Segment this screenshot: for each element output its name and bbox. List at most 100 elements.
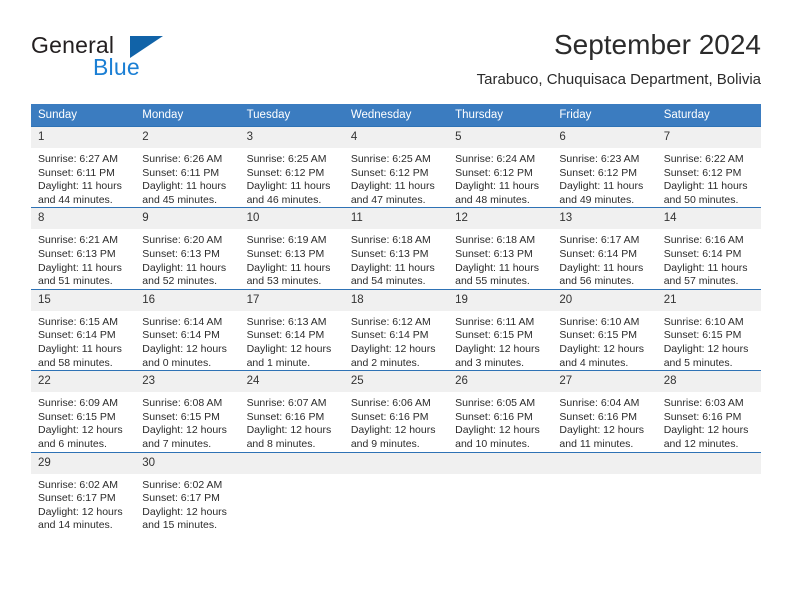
- sunset-time: Sunset: 6:13 PM: [350, 247, 429, 260]
- sunrise-time: Sunrise: 6:08 AM: [142, 397, 223, 410]
- daylight-duration-line2: and 2 minutes.: [350, 356, 420, 369]
- sunrise-time: Sunrise: 6:26 AM: [142, 153, 223, 165]
- calendar-day-cell[interactable]: 14 Sunrise: 6:16 AM Sunset: 6:14 PM Dayligh…: [656, 207, 761, 290]
- sunrise-time: Sunrise: 6:12 AM: [350, 315, 431, 328]
- day-number: 26: [448, 371, 553, 393]
- daylight-duration-line2: and 3 minutes.: [455, 356, 525, 369]
- calendar-day-cell[interactable]: 5 Sunrise: 6:24 AM Sunset: 6:12 PM Daylight…: [448, 125, 553, 208]
- sunset-time: Sunset: 6:13 PM: [38, 247, 116, 260]
- sunrise-time: Sunrise: 6:10 AM: [559, 315, 640, 328]
- sunset-time: Sunset: 6:15 PM: [559, 329, 638, 342]
- day-number: 23: [135, 371, 240, 393]
- calendar-day-cell[interactable]: 29 Sunrise: 6:02 AM Sunset: 6:17 PM Dayligh…: [31, 451, 136, 533]
- calendar-body: 1 Sunrise: 6:27 AM Sunset: 6:11 PM Daylight…: [31, 125, 761, 533]
- daylight-duration-line1: Daylight: 11 hours: [38, 261, 122, 274]
- day-number: 6: [552, 127, 657, 148]
- calendar-day-cell[interactable]: 15 Sunrise: 6:15 AM Sunset: 6:14 PM Dayligh…: [31, 288, 136, 371]
- daylight-duration-line2: and 45 minutes.: [142, 193, 217, 206]
- daylight-duration-line2: and 4 minutes.: [559, 356, 629, 369]
- day-sun-info: Sunrise: 6:02 AM Sunset: 6:17 PM Daylight:…: [135, 474, 239, 533]
- calendar-day-cell[interactable]: 9 Sunrise: 6:20 AM Sunset: 6:13 PM Daylight…: [135, 207, 240, 290]
- calendar-day-cell[interactable]: 11 Sunrise: 6:18 AM Sunset: 6:13 PM Dayligh…: [343, 207, 449, 290]
- sunset-time: Sunset: 6:12 PM: [455, 166, 533, 179]
- calendar-day-cell[interactable]: 25 Sunrise: 6:06 AM Sunset: 6:16 PM Dayligh…: [343, 370, 449, 452]
- calendar-day-cell[interactable]: 18 Sunrise: 6:12 AM Sunset: 6:14 PM Dayligh…: [343, 288, 449, 371]
- calendar-day-cell[interactable]: 20 Sunrise: 6:10 AM Sunset: 6:15 PM Dayligh…: [552, 288, 657, 371]
- page-header: General Blue September 2024 Tarabuco, Ch…: [0, 0, 792, 100]
- day-number: 9: [135, 208, 240, 230]
- sunrise-time: Sunrise: 6:14 AM: [142, 315, 223, 328]
- calendar-day-cell[interactable]: 17 Sunrise: 6:13 AM Sunset: 6:14 PM Dayligh…: [239, 288, 344, 371]
- day-number: 5: [448, 127, 553, 148]
- day-sun-info: Sunrise: 6:23 AM Sunset: 6:12 PM Daylight:…: [552, 148, 656, 207]
- calendar-day-cell[interactable]: 3 Sunrise: 6:25 AM Sunset: 6:12 PM Daylight…: [239, 125, 344, 208]
- sunrise-time: Sunrise: 6:17 AM: [559, 234, 640, 247]
- sunset-time: Sunset: 6:14 PM: [559, 247, 638, 260]
- calendar-day-cell[interactable]: 2 Sunrise: 6:26 AM Sunset: 6:11 PM Daylight…: [135, 125, 240, 208]
- calendar-day-cell[interactable]: 7 Sunrise: 6:22 AM Sunset: 6:12 PM Daylight…: [656, 125, 761, 208]
- calendar-header-row: Sunday Monday Tuesday Wednesday Thursday…: [31, 104, 761, 127]
- sunrise-time: Sunrise: 6:21 AM: [38, 234, 118, 247]
- weekday-header-saturday: Saturday: [656, 104, 761, 127]
- day-sun-info: Sunrise: 6:10 AM Sunset: 6:15 PM Daylight:…: [657, 311, 761, 370]
- sunrise-time: Sunrise: 6:02 AM: [38, 478, 118, 491]
- calendar-day-cell[interactable]: 22 Sunrise: 6:09 AM Sunset: 6:15 PM Dayligh…: [31, 370, 136, 452]
- calendar-day-cell-empty: [239, 451, 344, 533]
- sunrise-time: Sunrise: 6:15 AM: [38, 315, 118, 328]
- day-sun-info: Sunrise: 6:26 AM Sunset: 6:11 PM Daylight:…: [135, 148, 239, 207]
- day-sun-info: Sunrise: 6:22 AM Sunset: 6:12 PM Daylight:…: [657, 148, 761, 207]
- day-sun-info: Sunrise: 6:19 AM Sunset: 6:13 PM Daylight:…: [240, 229, 344, 288]
- day-sun-info: Sunrise: 6:27 AM Sunset: 6:11 PM Daylight:…: [31, 148, 135, 207]
- sunset-time: Sunset: 6:15 PM: [142, 410, 220, 423]
- sunset-time: Sunset: 6:16 PM: [559, 410, 638, 423]
- calendar-day-cell[interactable]: 23 Sunrise: 6:08 AM Sunset: 6:15 PM Dayligh…: [135, 370, 240, 452]
- day-number: 21: [656, 289, 761, 311]
- daylight-duration-line1: Daylight: 11 hours: [246, 261, 331, 274]
- day-sun-info: Sunrise: 6:14 AM Sunset: 6:14 PM Daylight:…: [135, 311, 239, 370]
- calendar-day-cell-empty: [448, 451, 553, 533]
- sunrise-time: Sunrise: 6:09 AM: [38, 397, 118, 410]
- calendar-day-cell[interactable]: 28 Sunrise: 6:03 AM Sunset: 6:16 PM Dayligh…: [656, 370, 761, 452]
- daylight-duration-line2: and 46 minutes.: [246, 193, 322, 206]
- daylight-duration-line2: and 44 minutes.: [38, 193, 113, 206]
- sunset-time: Sunset: 6:16 PM: [350, 410, 429, 423]
- sunrise-time: Sunrise: 6:27 AM: [38, 153, 118, 165]
- day-sun-info: Sunrise: 6:02 AM Sunset: 6:17 PM Daylight:…: [31, 474, 135, 533]
- daylight-duration-line2: and 7 minutes.: [142, 437, 212, 450]
- daylight-duration-line1: Daylight: 12 hours: [142, 342, 227, 355]
- calendar-day-cell[interactable]: 13 Sunrise: 6:17 AM Sunset: 6:14 PM Dayligh…: [552, 207, 657, 290]
- day-sun-info: Sunrise: 6:13 AM Sunset: 6:14 PM Daylight:…: [240, 311, 344, 370]
- day-sun-info: Sunrise: 6:21 AM Sunset: 6:13 PM Daylight:…: [31, 229, 135, 288]
- calendar-day-cell[interactable]: 24 Sunrise: 6:07 AM Sunset: 6:16 PM Dayligh…: [239, 370, 344, 452]
- sunset-time: Sunset: 6:14 PM: [142, 329, 220, 342]
- daylight-duration-line2: and 6 minutes.: [38, 437, 107, 450]
- daylight-duration-line2: and 51 minutes.: [38, 275, 113, 288]
- calendar-day-cell[interactable]: 19 Sunrise: 6:11 AM Sunset: 6:15 PM Dayligh…: [448, 288, 553, 371]
- sunrise-time: Sunrise: 6:25 AM: [350, 153, 431, 165]
- daylight-duration-line1: Daylight: 11 hours: [350, 180, 435, 193]
- calendar-day-cell[interactable]: 8 Sunrise: 6:21 AM Sunset: 6:13 PM Daylight…: [31, 207, 136, 290]
- calendar-day-cell[interactable]: 30 Sunrise: 6:02 AM Sunset: 6:17 PM Dayligh…: [135, 451, 240, 533]
- calendar-day-cell[interactable]: 1 Sunrise: 6:27 AM Sunset: 6:11 PM Daylight…: [31, 125, 136, 208]
- sunset-time: Sunset: 6:17 PM: [142, 492, 220, 505]
- calendar-day-cell[interactable]: 4 Sunrise: 6:25 AM Sunset: 6:12 PM Daylight…: [343, 125, 449, 208]
- daylight-duration-line2: and 55 minutes.: [455, 275, 530, 288]
- day-number: 11: [343, 208, 449, 230]
- calendar-day-cell[interactable]: 12 Sunrise: 6:18 AM Sunset: 6:13 PM Dayligh…: [448, 207, 553, 290]
- calendar-day-cell[interactable]: 27 Sunrise: 6:04 AM Sunset: 6:16 PM Dayligh…: [552, 370, 657, 452]
- calendar-day-cell[interactable]: 21 Sunrise: 6:10 AM Sunset: 6:15 PM Dayligh…: [656, 288, 761, 371]
- day-number: 28: [656, 371, 761, 393]
- calendar-day-cell[interactable]: 26 Sunrise: 6:05 AM Sunset: 6:16 PM Dayligh…: [448, 370, 553, 452]
- day-sun-info: Sunrise: 6:10 AM Sunset: 6:15 PM Daylight:…: [552, 311, 656, 370]
- day-number: 7: [656, 127, 761, 148]
- calendar-week-row: 22 Sunrise: 6:09 AM Sunset: 6:15 PM Dayligh…: [31, 370, 761, 452]
- calendar-day-cell[interactable]: 16 Sunrise: 6:14 AM Sunset: 6:14 PM Dayligh…: [135, 288, 240, 371]
- calendar-day-cell[interactable]: 6 Sunrise: 6:23 AM Sunset: 6:12 PM Daylight…: [552, 125, 657, 208]
- calendar-grid: Sunday Monday Tuesday Wednesday Thursday…: [31, 104, 761, 533]
- calendar-day-cell[interactable]: 10 Sunrise: 6:19 AM Sunset: 6:13 PM Dayligh…: [239, 207, 344, 290]
- daylight-duration-line2: and 52 minutes.: [142, 275, 217, 288]
- day-number: 30: [135, 452, 240, 474]
- logo-text-blue: Blue: [93, 54, 140, 80]
- day-sun-info: Sunrise: 6:16 AM Sunset: 6:14 PM Daylight:…: [657, 229, 761, 288]
- sunset-time: Sunset: 6:14 PM: [38, 329, 116, 342]
